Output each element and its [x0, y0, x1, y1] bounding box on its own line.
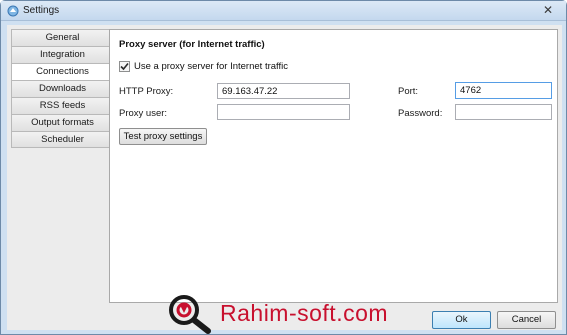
title-bar[interactable]: Settings ✕ [1, 1, 566, 21]
tab-general[interactable]: General [11, 29, 114, 46]
proxy-user-label: Proxy user: [119, 108, 168, 119]
dialog-body: General Integration Connections Download… [7, 25, 562, 330]
tab-connections[interactable]: Connections [11, 63, 114, 80]
http-proxy-input[interactable] [217, 83, 350, 99]
port-input[interactable] [455, 82, 552, 99]
tab-downloads[interactable]: Downloads [11, 80, 114, 97]
tab-rss-feeds[interactable]: RSS feeds [11, 97, 114, 114]
checkmark-icon [120, 62, 129, 71]
settings-window: Settings ✕ General Integration Connectio… [0, 0, 567, 335]
window-title: Settings [23, 5, 60, 16]
use-proxy-row[interactable]: Use a proxy server for Internet traffic [119, 61, 288, 72]
use-proxy-checkbox[interactable] [119, 61, 130, 72]
ok-button[interactable]: Ok [432, 311, 491, 329]
tab-scheduler[interactable]: Scheduler [11, 131, 114, 148]
tab-integration[interactable]: Integration [11, 46, 114, 63]
tab-output-formats[interactable]: Output formats [11, 114, 114, 131]
settings-tabs: General Integration Connections Download… [11, 29, 114, 148]
watermark: Rahim-soft.com [164, 291, 388, 335]
watermark-text: Rahim-soft.com [220, 299, 389, 326]
port-label: Port: [398, 86, 419, 97]
section-title: Proxy server (for Internet traffic) [119, 39, 265, 50]
proxy-user-input[interactable] [217, 104, 350, 120]
magnifier-logo-icon [169, 295, 211, 334]
http-proxy-label: HTTP Proxy: [119, 86, 174, 97]
password-label: Password: [398, 108, 443, 119]
cancel-button[interactable]: Cancel [497, 311, 556, 329]
app-icon [7, 5, 19, 17]
password-input[interactable] [455, 104, 552, 120]
test-proxy-button[interactable]: Test proxy settings [119, 128, 207, 145]
use-proxy-label: Use a proxy server for Internet traffic [134, 61, 288, 72]
connections-panel: Proxy server (for Internet traffic) Use … [109, 29, 558, 303]
close-icon[interactable]: ✕ [536, 2, 560, 18]
